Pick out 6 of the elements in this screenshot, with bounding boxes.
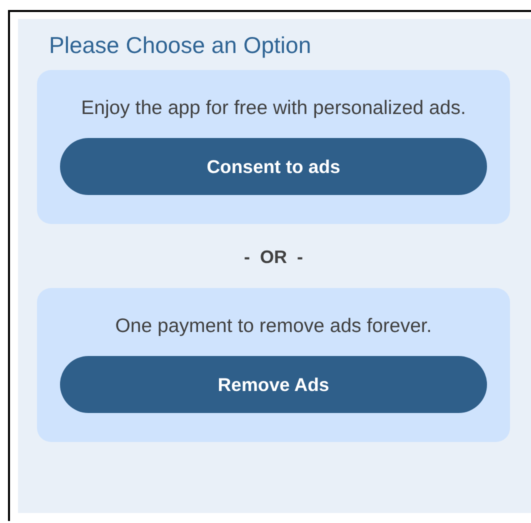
option-button[interactable]: Consent to ads (60, 138, 487, 195)
separator-text: - OR - (244, 246, 303, 269)
option-description: One payment to remove ads forever. (114, 314, 433, 339)
option-button[interactable]: Remove Ads (60, 356, 487, 413)
dialog-title: Please Choose an Option (48, 31, 312, 60)
option-description: Enjoy the app for free with personalized ads. (80, 96, 467, 121)
